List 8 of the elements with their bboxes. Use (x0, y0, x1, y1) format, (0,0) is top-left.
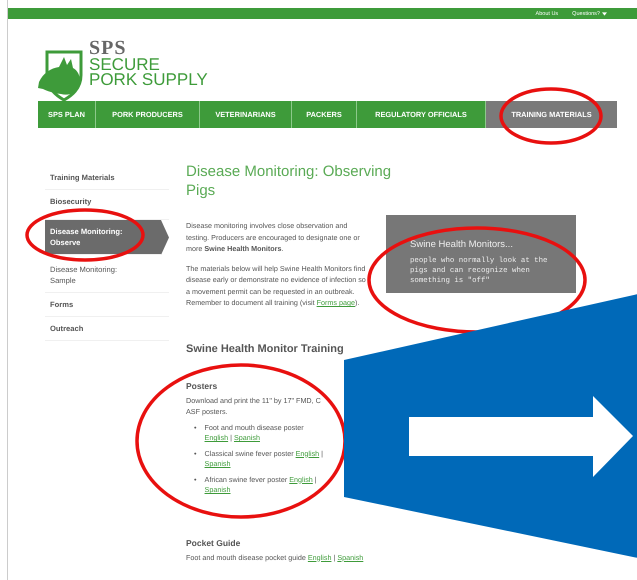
logo-abbreviation: SPS (89, 39, 126, 57)
subsection-heading: Pocket Guide (186, 538, 242, 548)
logo-name: SECURE (89, 57, 160, 72)
section-heading: Swine Health Monitor Training (186, 342, 345, 354)
logo-name: PORK SUPPLY (89, 72, 208, 87)
page-title: Disease Monitoring: Observing Pigs (186, 162, 392, 200)
callout-title: Swine Health Monitors... (410, 239, 514, 250)
subsection-heading: Posters (186, 380, 218, 390)
